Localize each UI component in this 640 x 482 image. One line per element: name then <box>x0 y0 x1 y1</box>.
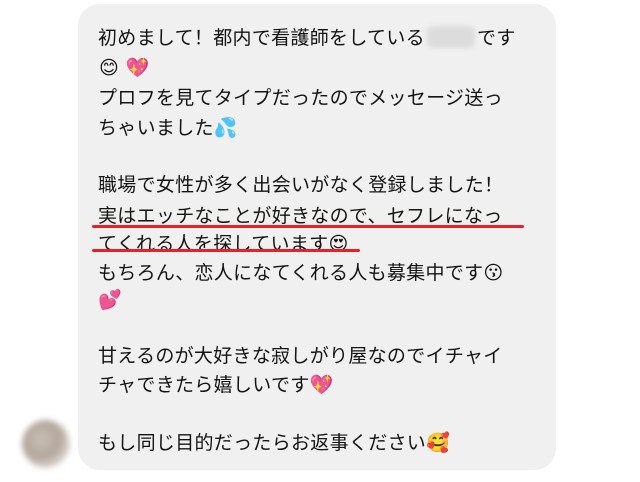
message-line: もちろん、恋人になてくれる人も募集中です😗 <box>98 262 504 284</box>
red-underline <box>92 249 360 252</box>
red-underline <box>92 225 524 228</box>
message-line-greeting: 初めまして！都内で看護師をしている です <box>98 26 516 49</box>
message-line: 甘えるのが大好きな寂しがり屋なのでイチャイ <box>98 345 503 367</box>
message-line-emojis: 😊 💖 <box>98 53 149 83</box>
message-line: プロフを見てタイプだったのでメッセージ送っ <box>98 87 503 109</box>
message-line: チャできたら嬉しいです💖 <box>98 374 334 396</box>
message-line: もし同じ目的だったらお返事ください🥰 <box>98 432 451 454</box>
message-line-highlighted: てくれる人を探しています😍 <box>98 233 349 255</box>
message-line: ちゃいました💦 <box>98 117 238 139</box>
message-line: 職場で女性が多く出会いがなく登録しました！ <box>98 174 504 196</box>
message-line-emoji: 💕 <box>98 289 122 311</box>
sender-avatar[interactable] <box>22 420 70 468</box>
redacted-name <box>426 26 475 48</box>
emoji-row: 😊 💖 <box>99 57 150 79</box>
